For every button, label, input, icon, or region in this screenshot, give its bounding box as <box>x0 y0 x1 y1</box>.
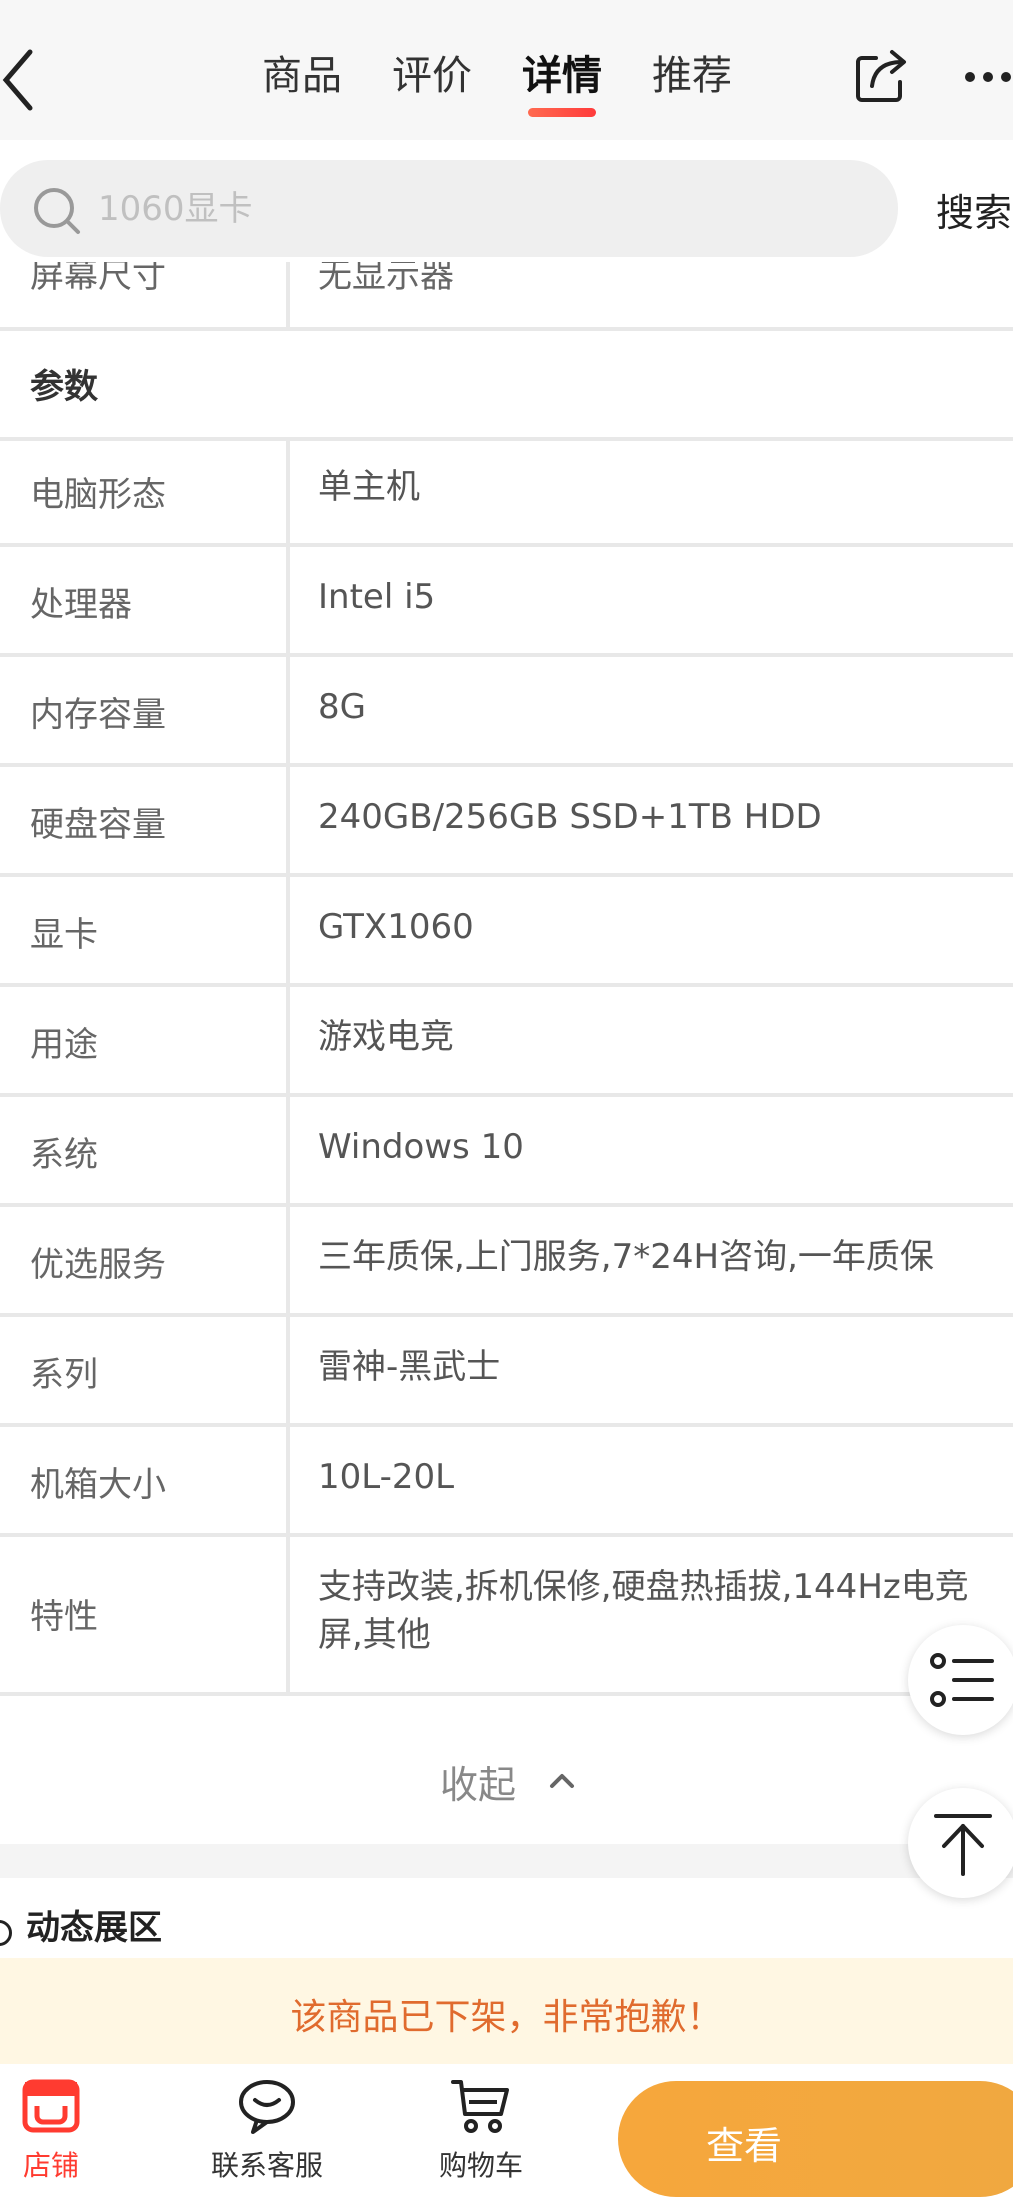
store-button[interactable]: 店铺 <box>0 2076 126 2184</box>
cart-label: 购物车 <box>438 2149 523 2182</box>
table-row: 硬盘容量 240GB/256GB SSD+1TB HDD <box>0 767 1013 877</box>
cta-label: 查看 <box>706 2124 783 2168</box>
shopping-cart-icon <box>451 2080 509 2133</box>
spec-label: 系列 <box>30 1355 98 1395</box>
spec-value: 8G <box>318 687 366 727</box>
spec-value: 240GB/256GB SSD+1TB HDD <box>318 797 822 837</box>
table-row: 内存容量 8G <box>0 657 1013 767</box>
column-divider <box>286 1427 290 1533</box>
table-row: 系列 雷神-黑武士 <box>0 1317 1013 1427</box>
delisted-notice: 该商品已下架，非常抱歉！ <box>0 1958 1013 2064</box>
spec-label: 显卡 <box>30 915 98 955</box>
spec-value: 游戏电竞 <box>318 1017 454 1057</box>
catalog-float-button[interactable] <box>908 1625 1013 1735</box>
section-title: 参数 <box>30 367 98 407</box>
column-divider <box>286 1207 290 1313</box>
table-row-partial: 屏幕尺寸 无显示器 <box>0 262 1013 331</box>
contact-service-button[interactable]: 联系客服 <box>192 2076 342 2184</box>
table-row: 系统 Windows 10 <box>0 1097 1013 1207</box>
spec-label: 硬盘容量 <box>30 805 166 845</box>
cart-button[interactable]: 购物车 <box>406 2076 556 2184</box>
section-header-params: 参数 <box>0 329 1013 441</box>
spec-value: 雷神-黑武士 <box>318 1347 501 1387</box>
tab-product[interactable]: 商品 <box>262 46 342 106</box>
section-marker-icon <box>0 1920 12 1946</box>
view-similar-button[interactable]: 查看 <box>618 2081 1013 2197</box>
tab-reviews[interactable]: 评价 <box>392 46 472 106</box>
spec-label: 用途 <box>30 1025 98 1065</box>
collapse-toggle[interactable]: 收起 <box>0 1694 1013 1844</box>
table-row: 用途 游戏电竞 <box>0 987 1013 1097</box>
search-bar <box>0 160 898 257</box>
column-divider <box>286 657 290 763</box>
spec-value: 三年质保,上门服务,7*24H咨询,一年质保 <box>318 1237 934 1277</box>
table-row: 特性 支持改装,拆机保修,硬盘热插拔,144Hz电竞屏,其他 <box>0 1537 1013 1696</box>
search-icon <box>34 188 80 234</box>
spec-label: 特性 <box>30 1597 98 1637</box>
store-label: 店铺 <box>22 2149 79 2182</box>
table-row: 优选服务 三年质保,上门服务,7*24H咨询,一年质保 <box>0 1207 1013 1317</box>
spec-value: 无显示器 <box>318 262 454 296</box>
nav-tabs: 商品 评价 详情 推荐 <box>262 46 732 117</box>
spec-value: GTX1060 <box>318 907 474 947</box>
spec-label: 机箱大小 <box>30 1465 166 1505</box>
spec-value: Windows 10 <box>318 1127 524 1167</box>
spec-label: 屏幕尺寸 <box>30 262 166 296</box>
top-nav: 商品 评价 详情 推荐 <box>0 0 1013 140</box>
list-icon <box>930 1653 994 1707</box>
spec-value: 支持改装,拆机保修,硬盘热插拔,144Hz电竞屏,其他 <box>318 1567 969 1655</box>
chevron-up-icon <box>550 1774 574 1788</box>
column-divider <box>286 987 290 1093</box>
arrow-up-to-top-icon <box>934 1814 992 1876</box>
table-row: 处理器 Intel i5 <box>0 547 1013 657</box>
notice-text: 该商品已下架，非常抱歉！ <box>290 1997 723 2038</box>
bottom-action-bar: 店铺 联系客服 购物车 查看 <box>0 2064 1013 2197</box>
column-divider <box>286 437 290 543</box>
share-icon[interactable] <box>852 46 912 106</box>
table-row: 机箱大小 10L-20L <box>0 1427 1013 1537</box>
tab-recommend[interactable]: 推荐 <box>652 46 732 106</box>
search-input[interactable] <box>96 178 860 240</box>
spec-label: 内存容量 <box>30 695 166 735</box>
spec-label: 电脑形态 <box>30 475 166 515</box>
service-label: 联系客服 <box>210 2149 323 2182</box>
spec-value: 单主机 <box>318 467 420 507</box>
spec-label: 处理器 <box>30 585 132 625</box>
store-icon <box>22 2079 80 2133</box>
column-divider <box>286 767 290 873</box>
customer-service-icon <box>239 2080 295 2134</box>
column-divider <box>286 262 290 327</box>
column-divider <box>286 877 290 983</box>
section-divider <box>0 1844 1013 1878</box>
column-divider <box>286 547 290 653</box>
table-row: 电脑形态 单主机 <box>0 437 1013 547</box>
search-button[interactable]: 搜索 <box>936 182 1012 237</box>
back-to-top-button[interactable] <box>908 1788 1013 1898</box>
tab-details[interactable]: 详情 <box>522 46 602 117</box>
column-divider <box>286 1537 290 1692</box>
table-row: 显卡 GTX1060 <box>0 877 1013 987</box>
more-options-icon[interactable] <box>964 52 1013 102</box>
spec-value: 10L-20L <box>318 1457 455 1497</box>
column-divider <box>286 1097 290 1203</box>
column-divider <box>286 1317 290 1423</box>
collapse-label: 收起 <box>440 1763 517 1807</box>
dynamic-section-title: 动态展区 <box>26 1908 162 1948</box>
back-arrow-icon[interactable] <box>0 40 60 120</box>
spec-label: 优选服务 <box>30 1245 166 1285</box>
spec-label: 系统 <box>30 1135 98 1175</box>
spec-value: Intel i5 <box>318 577 436 617</box>
